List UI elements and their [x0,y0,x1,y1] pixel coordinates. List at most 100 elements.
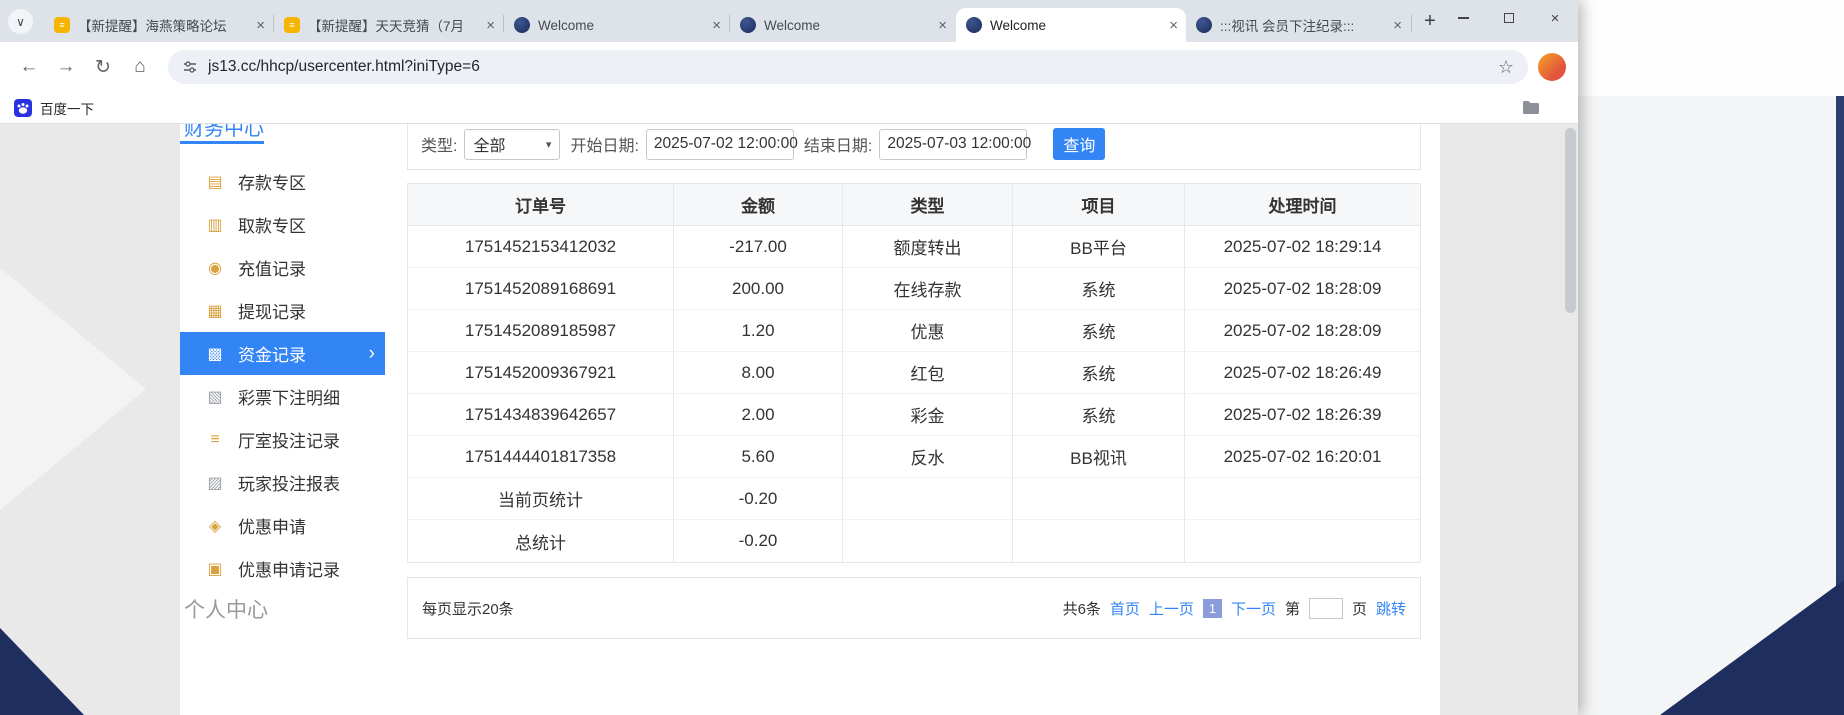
first-page-link[interactable]: 首页 [1110,598,1140,619]
sidebar-item-promo-apply-records[interactable]: ▣ 优惠申请记录 [180,547,385,590]
other-bookmarks-folder-icon[interactable] [1522,100,1540,115]
home-icon[interactable]: ⌂ [123,50,157,84]
tab-welcome-active[interactable]: Welcome × [956,8,1186,42]
tab-close-icon[interactable]: × [486,17,495,34]
chevron-down-icon: ▾ [546,138,552,151]
start-date-label: 开始日期: [570,132,638,156]
window-close-button[interactable]: × [1532,0,1578,36]
column-header: 金额 [674,184,843,226]
url-text[interactable]: js13.cc/hhcp/usercenter.html?iniType=6 [208,58,1490,76]
background-window-top [1578,0,1844,96]
site-globe-icon [740,17,756,33]
forward-icon[interactable]: → [49,50,83,84]
tab-close-icon[interactable]: × [712,17,721,34]
cell-amount: 1.20 [674,310,843,352]
sidebar-item-promo-apply[interactable]: ◈ 优惠申请 [180,504,385,547]
table-row: 1751452153412032 -217.00 额度转出 BB平台 2025-… [408,226,1420,268]
reload-icon[interactable]: ↻ [86,50,120,84]
table-row: 1751452089168691 200.00 在线存款 系统 2025-07-… [408,268,1420,310]
search-button[interactable]: 查询 [1053,128,1105,160]
sidebar-item-hall-bet-records[interactable]: ≡ 厅室投注记录 [180,418,385,461]
sidebar-item-label: 彩票下注明细 [238,384,340,409]
cell-amount: 2.00 [674,394,843,436]
money-bag-icon: ▩ [204,344,226,364]
cell-order-id: 1751452153412032 [408,226,674,268]
summary-label: 当前页统计 [408,478,674,520]
sidebar-item-recharge-records[interactable]: ◉ 充值记录 [180,246,385,289]
summary-empty [843,478,1013,520]
type-select[interactable]: 全部 ▾ [464,129,560,160]
start-date-input[interactable]: 2025-07-02 12:00:00 [646,129,794,160]
sidebar-item-funds-records[interactable]: ▩ 资金记录 › [180,332,385,375]
cell-amount: 5.60 [674,436,843,478]
table-footer: 每页显示20条 共6条 首页 上一页 1 下一页 第 页 跳转 [407,577,1421,639]
tab-close-icon[interactable]: × [1393,17,1402,34]
next-page-link[interactable]: 下一页 [1231,598,1276,619]
cell-type: 优惠 [843,310,1013,352]
current-page-badge[interactable]: 1 [1203,599,1222,618]
table-row: 1751444401817358 5.60 反水 BB视讯 2025-07-02… [408,436,1420,478]
address-bar[interactable]: js13.cc/hhcp/usercenter.html?iniType=6 ☆ [168,50,1528,84]
cell-project: 系统 [1013,268,1185,310]
tab-close-icon[interactable]: × [938,17,947,34]
tab-forum-2[interactable]: ≡ 【新提醒】天天竞猜（7月 × [274,8,503,42]
tab-welcome-1[interactable]: Welcome × [504,8,729,42]
tab-separator [1411,15,1412,32]
sidebar-item-player-bet-report[interactable]: ▨ 玩家投注报表 [180,461,385,504]
back-icon[interactable]: ← [12,50,46,84]
prev-page-link[interactable]: 上一页 [1149,598,1194,619]
tab-welcome-2[interactable]: Welcome × [730,8,955,42]
tab-video-records[interactable]: :::视讯 会员下注纪录::: × [1186,8,1410,42]
tab-title: 【新提醒】天天竞猜（7月 [308,15,480,35]
site-globe-icon [966,17,982,33]
jump-action-link[interactable]: 跳转 [1376,598,1406,619]
cell-time: 2025-07-02 18:26:39 [1185,394,1420,436]
pagination: 共6条 首页 上一页 1 下一页 第 页 跳转 [1063,598,1406,619]
jump-prefix-label: 第 [1285,598,1300,619]
sidebar-item-deposit-zone[interactable]: ▤ 存款专区 [180,160,385,203]
profile-avatar[interactable] [1538,53,1566,81]
summary-empty [843,520,1013,562]
tab-search-button[interactable]: ∨ [8,9,33,34]
tab-forum-1[interactable]: ≡ 【新提醒】海燕策略论坛 × [44,8,273,42]
cell-order-id: 1751452089168691 [408,268,674,310]
tab-title: 【新提醒】海燕策略论坛 [78,15,250,35]
sidebar-item-label: 充值记录 [238,255,306,280]
cell-amount: 8.00 [674,352,843,394]
site-globe-icon [514,17,530,33]
summary-label: 总统计 [408,520,674,562]
type-label: 类型: [421,132,457,156]
summary-empty [1185,478,1420,520]
end-date-input[interactable]: 2025-07-03 12:00:00 [879,129,1027,160]
sidebar-section-personal[interactable]: 个人中心 [184,594,268,624]
sidebar-item-label: 存款专区 [238,169,306,194]
sidebar-item-label: 厅室投注记录 [238,427,340,452]
jump-suffix-label: 页 [1352,598,1367,619]
navigation-toolbar: ← → ↻ ⌂ js13.cc/hhcp/usercenter.html?ini… [0,42,1578,92]
tab-title: :::视讯 会员下注纪录::: [1220,15,1387,35]
background-window-strip [1578,0,1844,715]
window-maximize-button[interactable] [1486,0,1532,36]
maximize-icon [1504,13,1514,23]
table-row: 1751452089185987 1.20 优惠 系统 2025-07-02 1… [408,310,1420,352]
jump-page-input[interactable] [1309,598,1343,619]
cell-type: 在线存款 [843,268,1013,310]
column-header: 订单号 [408,184,674,226]
window-minimize-button[interactable] [1440,0,1486,36]
sidebar-section-finance[interactable]: 财务中心 [184,124,264,141]
tab-close-icon[interactable]: × [1169,17,1178,34]
bookmark-baidu[interactable]: 百度一下 [40,98,94,118]
sidebar-item-withdrawal-records[interactable]: ▦ 提现记录 [180,289,385,332]
sidebar-item-label: 优惠申请 [238,513,306,538]
bookmark-star-icon[interactable]: ☆ [1498,57,1514,78]
sidebar-item-lottery-bet-details[interactable]: ▧ 彩票下注明细 [180,375,385,418]
cell-order-id: 1751452089185987 [408,310,674,352]
page-scrollbar-thumb[interactable] [1565,128,1576,313]
sidebar-item-withdraw-zone[interactable]: ▥ 取款专区 [180,203,385,246]
site-settings-icon[interactable] [182,59,198,75]
tab-close-icon[interactable]: × [256,17,265,34]
cell-type: 红包 [843,352,1013,394]
sidebar-item-label: 玩家投注报表 [238,470,340,495]
cell-type: 额度转出 [843,226,1013,268]
table-summary-row-page: 当前页统计 -0.20 [408,478,1420,520]
